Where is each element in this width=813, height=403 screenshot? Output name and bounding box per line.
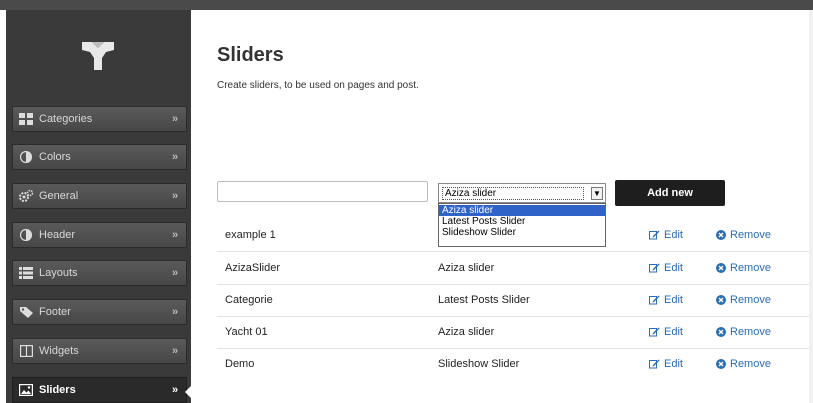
image-icon — [13, 384, 39, 396]
sidebar-item-layouts[interactable]: Layouts » — [12, 260, 187, 286]
remove-link[interactable]: Remove — [716, 219, 771, 251]
sidebar-item-footer[interactable]: Footer » — [12, 299, 187, 325]
slider-name: Demo — [225, 358, 255, 370]
page-title: Sliders — [217, 44, 284, 66]
top-bar — [0, 0, 813, 10]
sidebar-item-label: Layouts — [39, 267, 78, 279]
slider-type-select[interactable]: Aziza slider ▼ — [438, 183, 606, 203]
dropdown-option[interactable]: Slideshow Slider — [439, 227, 605, 238]
remove-link[interactable]: Remove — [716, 252, 771, 284]
dropdown-option[interactable]: Aziza slider — [439, 205, 605, 216]
sidebar-item-categories[interactable]: Categories » — [12, 106, 187, 132]
chevron-right-icon: » — [172, 306, 179, 318]
slider-name: Categorie — [225, 294, 273, 306]
table-row: AzizaSlider Aziza slider Edit Remove — [217, 252, 809, 284]
sidebar-item-header[interactable]: Header » — [12, 222, 187, 248]
edit-icon — [649, 295, 660, 305]
sidebar-item-sliders[interactable]: Sliders » — [12, 377, 187, 403]
chevron-right-icon: » — [172, 190, 179, 202]
page-description: Create sliders, to be used on pages and … — [217, 80, 419, 91]
edit-link[interactable]: Edit — [649, 316, 683, 348]
sidebar-item-widgets[interactable]: Widgets » — [12, 338, 187, 364]
remove-icon — [716, 327, 726, 338]
contrast-icon — [13, 151, 39, 163]
chevron-right-icon: » — [172, 113, 179, 125]
edit-icon — [649, 230, 660, 240]
edit-link[interactable]: Edit — [649, 284, 683, 316]
sidebar-item-label: Footer — [39, 306, 71, 318]
grid-icon — [13, 113, 39, 125]
tag-icon — [13, 306, 39, 318]
sidebar-item-label: Widgets — [39, 345, 79, 357]
add-new-button[interactable]: Add new — [615, 180, 725, 206]
slider-type: Latest Posts Slider — [438, 294, 530, 306]
chevron-right-icon: » — [172, 151, 179, 163]
remove-icon — [716, 295, 726, 306]
remove-icon — [716, 230, 726, 241]
main-content: Sliders Create sliders, to be used on pa… — [201, 10, 809, 403]
edit-icon — [649, 327, 660, 337]
table-row: Demo Slideshow Slider Edit Remove — [217, 348, 809, 380]
edit-link[interactable]: Edit — [649, 219, 683, 251]
slider-name: AzizaSlider — [225, 262, 281, 274]
select-value: Aziza slider — [442, 187, 584, 200]
remove-icon — [716, 359, 726, 370]
table-row: Yacht 01 Aziza slider Edit Remove — [217, 316, 809, 348]
remove-link[interactable]: Remove — [716, 316, 771, 348]
slider-type: Aziza slider — [438, 262, 495, 274]
remove-link[interactable]: Remove — [716, 284, 771, 316]
sidebar: Categories » Colors » General » Header »… — [6, 10, 191, 403]
slider-type: Aziza slider — [438, 326, 495, 338]
chevron-right-icon: » — [172, 267, 179, 279]
slider-name-input[interactable] — [217, 181, 428, 202]
slider-name: example 1 — [225, 229, 276, 241]
columns-icon — [13, 345, 39, 357]
sidebar-item-colors[interactable]: Colors » — [12, 144, 187, 170]
chevron-right-icon: » — [172, 229, 179, 241]
sidebar-item-label: Colors — [39, 151, 71, 163]
chevron-right-icon: » — [172, 345, 179, 357]
edit-link[interactable]: Edit — [649, 252, 683, 284]
chevron-right-icon: » — [172, 384, 179, 396]
slider-type: Slideshow Slider — [438, 358, 520, 370]
sidebar-item-label: Categories — [39, 113, 93, 125]
table-row: Categorie Latest Posts Slider Edit Remov… — [217, 284, 809, 316]
sidebar-item-general[interactable]: General » — [12, 183, 187, 209]
edit-icon — [649, 263, 660, 273]
edit-icon — [649, 359, 660, 369]
active-pointer — [185, 381, 196, 403]
sidebar-item-label: Header — [39, 229, 76, 241]
remove-icon — [716, 263, 726, 274]
gears-icon — [13, 189, 39, 203]
right-edge — [809, 10, 813, 403]
chevron-down-icon[interactable]: ▼ — [591, 187, 603, 200]
contrast-icon — [13, 229, 39, 241]
remove-link[interactable]: Remove — [716, 348, 771, 380]
sidebar-item-label: Sliders — [39, 384, 76, 396]
edit-link[interactable]: Edit — [649, 348, 683, 380]
list-icon — [13, 267, 39, 279]
sidebar-item-label: General — [39, 190, 79, 202]
dropdown-option[interactable]: Latest Posts Slider — [439, 216, 605, 227]
logo-icon — [82, 42, 114, 70]
slider-type-dropdown: Aziza slider Latest Posts Slider Slidesh… — [438, 203, 606, 247]
slider-name: Yacht 01 — [225, 326, 268, 338]
